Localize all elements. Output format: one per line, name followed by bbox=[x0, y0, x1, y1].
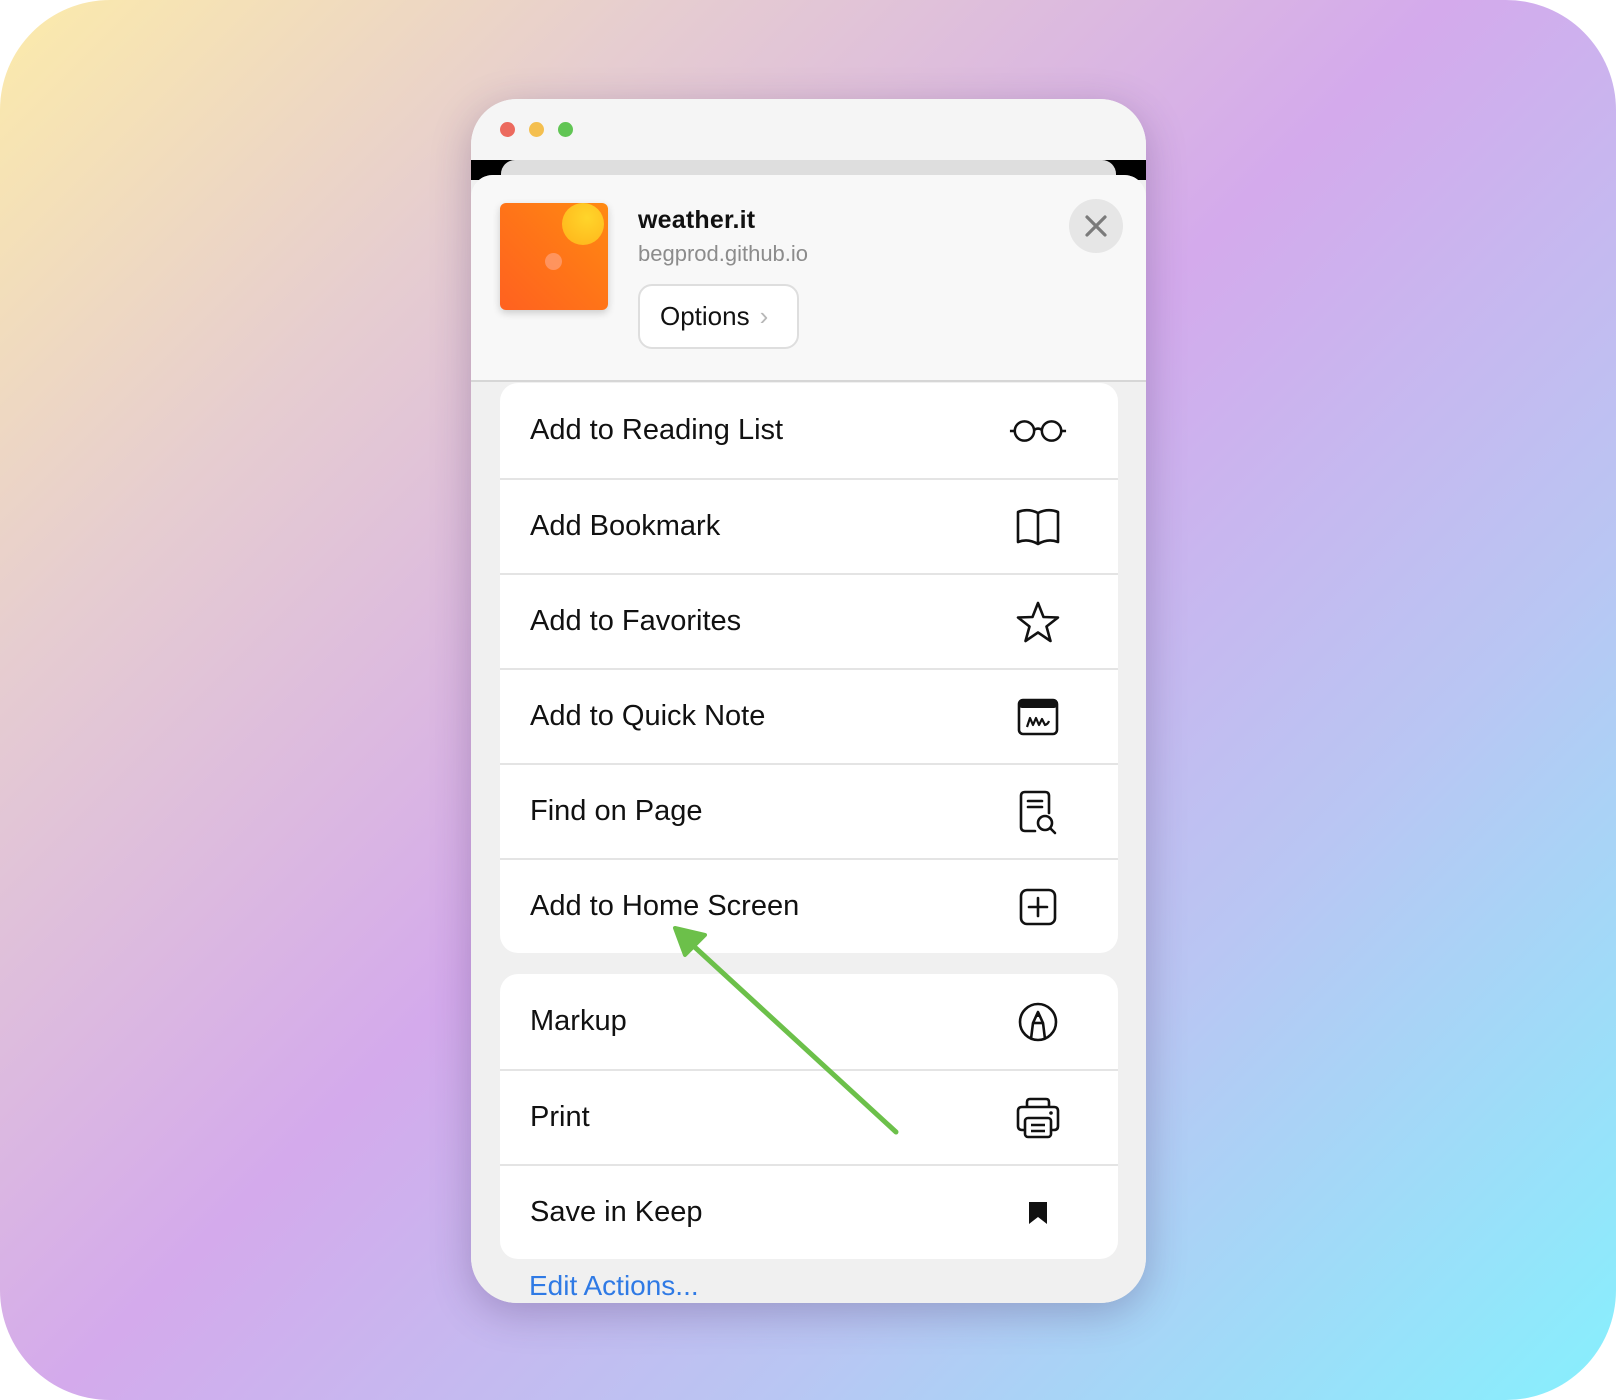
action-label: Markup bbox=[530, 1005, 627, 1037]
action-label: Add Bookmark bbox=[530, 510, 721, 542]
action-print[interactable]: Print bbox=[500, 1069, 1118, 1164]
book-icon bbox=[1008, 497, 1068, 557]
app-window: weather.it begprod.github.io Options › A… bbox=[471, 99, 1146, 1303]
action-add-to-home-screen[interactable]: Add to Home Screen bbox=[500, 858, 1118, 953]
action-find-on-page[interactable]: Find on Page bbox=[500, 763, 1118, 858]
find-on-page-icon bbox=[1008, 782, 1068, 842]
site-title: weather.it bbox=[638, 206, 756, 234]
glasses-icon bbox=[1008, 401, 1068, 461]
action-add-bookmark[interactable]: Add Bookmark bbox=[500, 478, 1118, 573]
bookmark-icon bbox=[1008, 1183, 1068, 1243]
quick-note-icon bbox=[1008, 687, 1068, 747]
action-label: Save in Keep bbox=[530, 1196, 703, 1228]
window-zoom-button[interactable] bbox=[558, 122, 573, 137]
share-sheet: weather.it begprod.github.io Options › A… bbox=[471, 175, 1146, 1303]
action-save-in-keep[interactable]: Save in Keep bbox=[500, 1164, 1118, 1259]
site-url: begprod.github.io bbox=[638, 241, 809, 266]
dot-shape bbox=[545, 253, 562, 270]
action-add-to-quick-note[interactable]: Add to Quick Note bbox=[500, 668, 1118, 763]
action-markup[interactable]: Markup bbox=[500, 974, 1118, 1069]
action-label: Add to Home Screen bbox=[530, 890, 800, 922]
action-label: Add to Quick Note bbox=[530, 700, 766, 732]
action-label: Add to Favorites bbox=[530, 605, 742, 637]
action-add-to-favorites[interactable]: Add to Favorites bbox=[500, 573, 1118, 668]
title-bar bbox=[471, 99, 1146, 160]
share-sheet-header: weather.it begprod.github.io Options › bbox=[471, 175, 1146, 382]
options-button[interactable]: Options › bbox=[638, 284, 799, 349]
printer-icon bbox=[1008, 1088, 1068, 1148]
action-label: Find on Page bbox=[530, 795, 703, 827]
close-button[interactable] bbox=[1069, 199, 1123, 253]
close-icon bbox=[1085, 215, 1107, 237]
add-square-icon bbox=[1008, 877, 1068, 937]
action-add-to-reading-list[interactable]: Add to Reading List bbox=[500, 383, 1118, 478]
window-close-button[interactable] bbox=[500, 122, 515, 137]
action-label: Print bbox=[530, 1101, 590, 1133]
action-label: Add to Reading List bbox=[530, 414, 784, 446]
markup-icon bbox=[1008, 992, 1068, 1052]
chevron-right-icon: › bbox=[759, 301, 769, 331]
sun-shape bbox=[562, 203, 604, 245]
actions-group-secondary: Markup Print Save in Keep bbox=[500, 974, 1118, 1259]
options-label: Options bbox=[660, 301, 750, 331]
edit-actions-link[interactable]: Edit Actions... bbox=[529, 1270, 699, 1302]
actions-group-primary: Add to Reading List Add Bookmark Add to … bbox=[500, 383, 1118, 953]
star-icon bbox=[1008, 592, 1068, 652]
window-minimize-button[interactable] bbox=[529, 122, 544, 137]
weather-app-icon bbox=[500, 203, 608, 310]
